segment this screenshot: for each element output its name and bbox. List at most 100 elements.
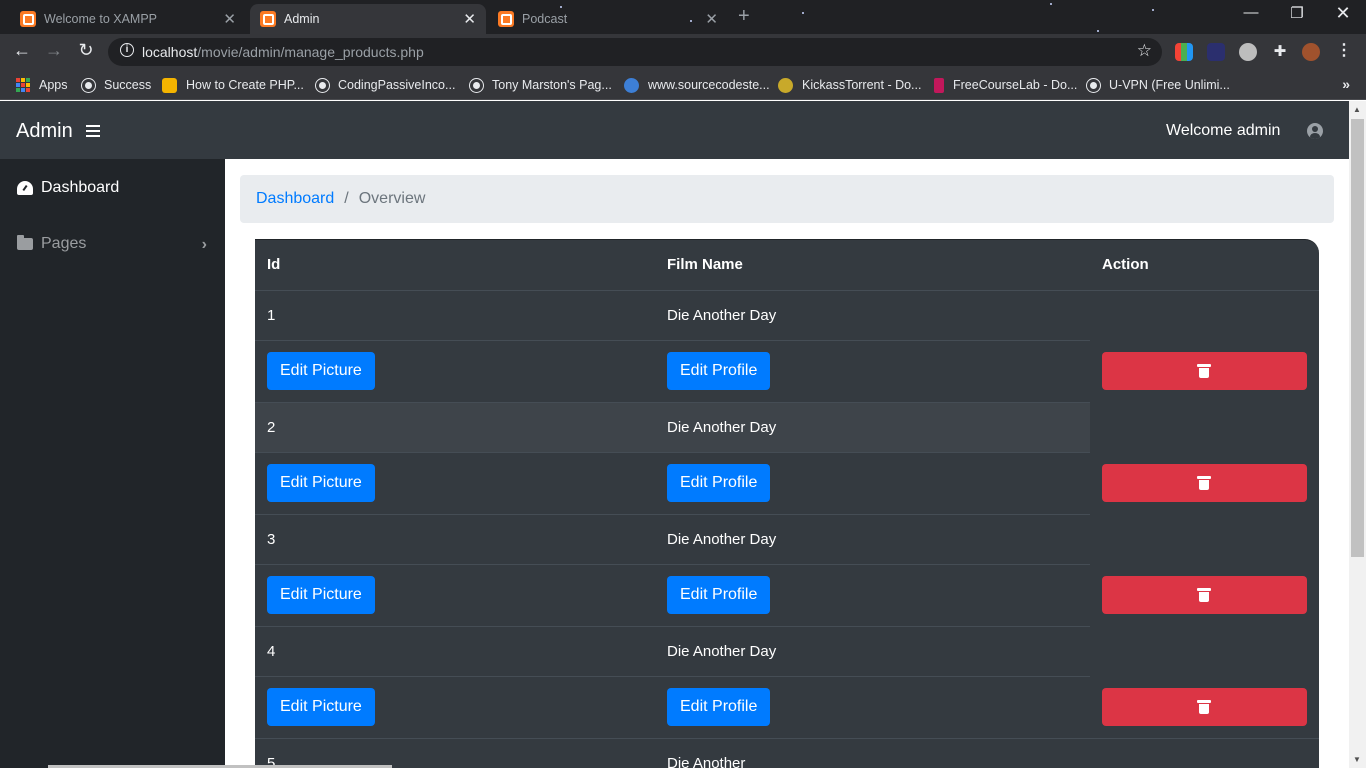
globe-icon	[1087, 78, 1100, 92]
edit-profile-button[interactable]: Edit Profile	[667, 464, 771, 502]
globe-icon	[316, 78, 329, 92]
bookmarks-bar: Apps Success How to Create PHP... Coding…	[0, 70, 1366, 100]
cell-action	[1090, 737, 1319, 768]
extension-compass-icon[interactable]	[1239, 43, 1257, 61]
drop-icon	[624, 77, 639, 93]
background-star	[1097, 30, 1099, 32]
column-header-film-name: Film Name	[655, 240, 1090, 291]
xampp-icon	[20, 11, 36, 27]
site-info-icon[interactable]: i	[120, 43, 134, 57]
back-icon[interactable]: ←	[10, 40, 34, 61]
bookmarks-overflow-icon[interactable]: »	[1342, 76, 1350, 92]
products-table: Id Film Name Action 1 Die Another Day Ed…	[255, 240, 1319, 768]
cell-action	[1090, 289, 1319, 402]
scrollbar-thumb[interactable]	[1351, 119, 1364, 557]
brand-title[interactable]: Admin	[16, 120, 73, 143]
trash-icon	[1197, 364, 1211, 378]
p-logo-icon	[162, 77, 177, 93]
close-tab-icon[interactable]: ✕	[463, 10, 476, 28]
cell-action	[1090, 402, 1319, 514]
sidebar-item-label: Pages	[41, 235, 87, 252]
close-tab-icon[interactable]: ✕	[223, 10, 236, 28]
bookmark-kickasstorrent[interactable]: KickassTorrent - Do...	[778, 76, 921, 94]
scroll-down-icon[interactable]: ▼	[1353, 755, 1361, 764]
cell-film-name: Die Another Day	[655, 513, 1090, 564]
edit-profile-button[interactable]: Edit Profile	[667, 688, 771, 726]
browser-menu-icon[interactable]: ⋮	[1332, 40, 1356, 60]
bookmark-apps[interactable]: Apps	[16, 76, 68, 94]
edit-profile-button[interactable]: Edit Profile	[667, 576, 771, 614]
admin-page: Admin Welcome admin Dashboard Pages › Da…	[0, 101, 1349, 768]
url-text[interactable]: localhost/movie/admin/manage_products.ph…	[142, 44, 424, 60]
cell-id: 2	[255, 401, 655, 452]
table-row: 1 Die Another Day	[255, 289, 1319, 402]
profile-avatar[interactable]	[1302, 43, 1320, 61]
tab-title: Admin	[284, 12, 320, 26]
bookmark-codingpassive[interactable]: CodingPassiveInco...	[316, 76, 455, 94]
cell-id: 1	[255, 289, 655, 340]
bookmark-freecourselab[interactable]: FreeCourseLab - Do...	[934, 76, 1077, 94]
forward-icon[interactable]: →	[42, 40, 66, 61]
column-header-id: Id	[255, 240, 655, 291]
scroll-up-icon[interactable]: ▲	[1353, 105, 1361, 114]
address-bar[interactable]: i localhost/movie/admin/manage_products.…	[108, 38, 1162, 66]
extension-colorful-icon[interactable]	[1175, 43, 1193, 61]
vertical-scrollbar[interactable]: ▲ ▼	[1349, 101, 1366, 768]
sidebar-item-pages[interactable]: Pages ›	[17, 235, 207, 253]
browser-tab-admin[interactable]: Admin ✕	[250, 4, 486, 34]
table-row: 4 Die Another Day	[255, 625, 1319, 726]
bookmark-success[interactable]: Success	[82, 76, 151, 94]
edit-picture-button[interactable]: Edit Picture	[267, 688, 375, 726]
tachometer-icon	[17, 181, 33, 195]
column-header-action: Action	[1090, 240, 1319, 291]
breadcrumb: Dashboard / Overview	[240, 175, 1334, 223]
browser-tab-strip: Welcome to XAMPP ✕ Admin ✕ Podcast ✕ + —…	[0, 0, 1366, 34]
apps-grid-icon	[16, 78, 30, 92]
delete-button[interactable]	[1102, 687, 1307, 726]
breadcrumb-current: Overview	[358, 190, 426, 207]
sidebar-toggle-icon[interactable]	[86, 125, 100, 137]
sidebar: Dashboard Pages ›	[0, 159, 225, 768]
reload-icon[interactable]: ↻	[74, 40, 98, 61]
background-star	[1152, 9, 1154, 11]
trash-icon	[1197, 588, 1211, 602]
new-tab-icon[interactable]: +	[738, 5, 750, 28]
trash-icon	[1197, 699, 1211, 714]
delete-button[interactable]	[1102, 576, 1307, 614]
products-table-container: Id Film Name Action 1 Die Another Day Ed…	[255, 239, 1319, 768]
edit-picture-button[interactable]: Edit Picture	[267, 464, 375, 502]
tab-title: Welcome to XAMPP	[44, 12, 158, 26]
user-circle-icon[interactable]	[1307, 123, 1323, 139]
browser-tab-xampp[interactable]: Welcome to XAMPP ✕	[0, 4, 246, 34]
breadcrumb-dashboard-link[interactable]: Dashboard	[256, 190, 334, 208]
welcome-text: Welcome admin	[1166, 122, 1281, 139]
bookmark-star-icon[interactable]: ☆	[1137, 41, 1152, 61]
cell-film-name: Die Another Day	[655, 401, 1090, 452]
restore-icon[interactable]: ❐	[1274, 4, 1320, 22]
edit-profile-button[interactable]: Edit Profile	[667, 352, 771, 390]
table-row: 2 Die Another Day	[255, 401, 1319, 502]
delete-button[interactable]	[1102, 352, 1307, 390]
sidebar-item-dashboard[interactable]: Dashboard	[17, 179, 119, 197]
cell-film-name: Die Another Day	[655, 289, 1090, 340]
minimize-icon[interactable]: —	[1228, 4, 1274, 21]
background-star	[802, 12, 804, 14]
bookmark-php[interactable]: How to Create PHP...	[162, 76, 304, 94]
bookmark-u-vpn[interactable]: U-VPN (Free Unlimi...	[1087, 76, 1230, 94]
bookmark-tony-marston[interactable]: Tony Marston's Pag...	[470, 76, 612, 94]
edit-picture-button[interactable]: Edit Picture	[267, 352, 375, 390]
extensions-puzzle-icon[interactable]: ✚	[1271, 43, 1289, 61]
table-row: 3 Die Another Day	[255, 513, 1319, 614]
close-tab-icon[interactable]: ✕	[705, 10, 718, 28]
bookmark-sourcecodester[interactable]: www.sourcecodeste...	[624, 76, 770, 94]
close-window-icon[interactable]: ✕	[1320, 3, 1366, 24]
delete-button[interactable]	[1102, 464, 1307, 502]
extension-dark-icon[interactable]	[1207, 43, 1225, 61]
cell-film-name: Die Another Day	[655, 625, 1090, 676]
cell-action	[1090, 514, 1319, 626]
browser-tab-podcast[interactable]: Podcast ✕	[488, 4, 728, 34]
browser-toolbar: ← → ↻ i localhost/movie/admin/manage_pro…	[0, 34, 1366, 70]
tab-title: Podcast	[522, 12, 568, 26]
edit-picture-button[interactable]: Edit Picture	[267, 576, 375, 614]
table-header-row: Id Film Name Action	[255, 240, 1319, 291]
